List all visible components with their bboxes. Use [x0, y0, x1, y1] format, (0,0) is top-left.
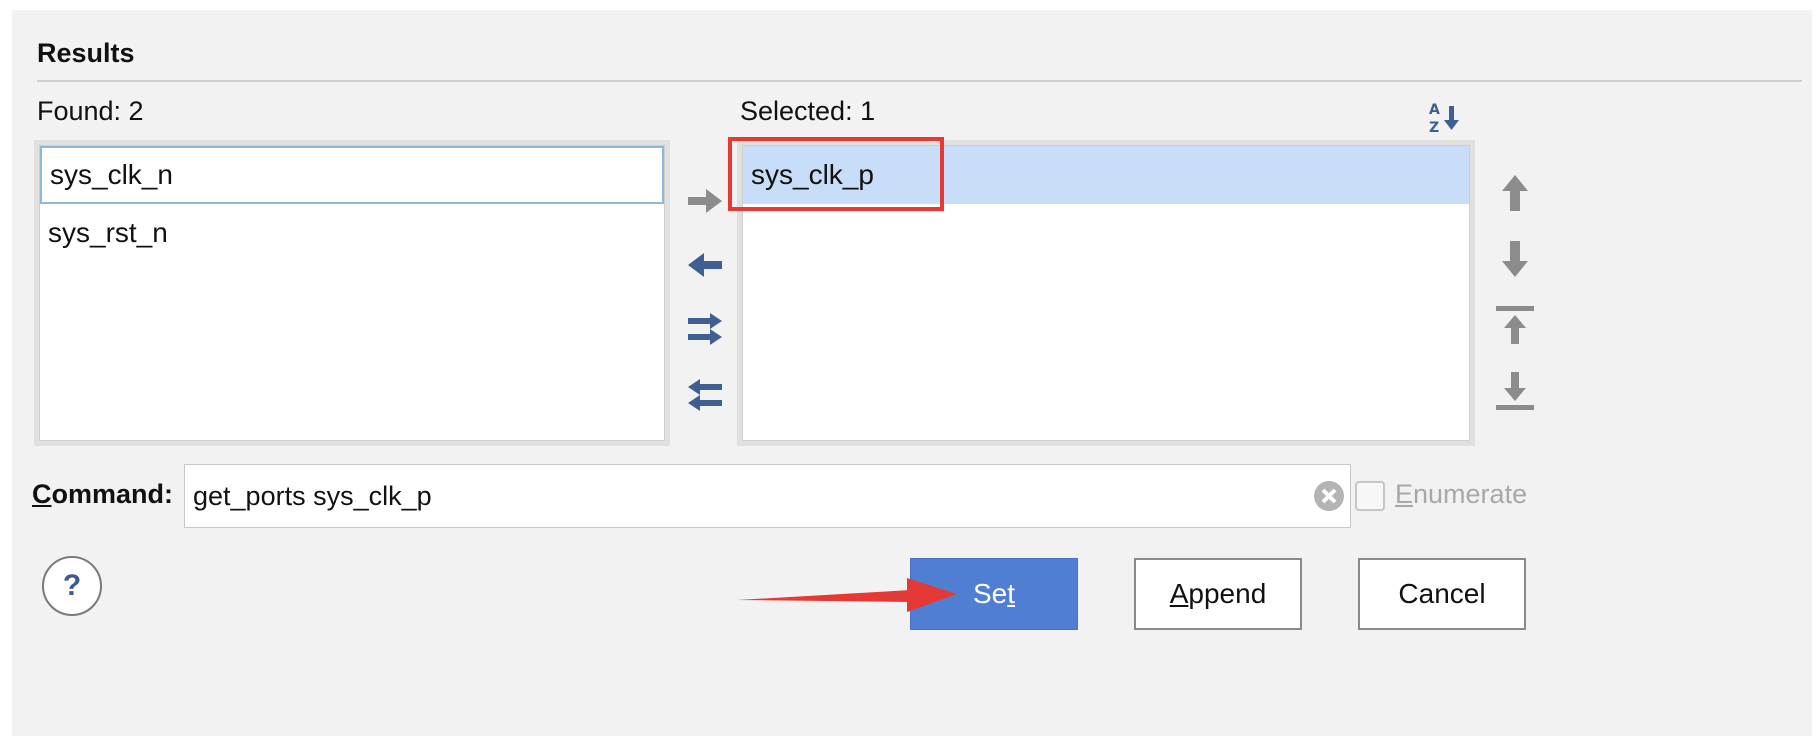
enumerate-label-text: numerate [1413, 479, 1528, 509]
append-button[interactable]: Append [1134, 558, 1302, 630]
list-item[interactable]: sys_clk_n [40, 146, 664, 204]
move-right-button[interactable] [682, 178, 728, 224]
command-label-text: ommand: [51, 479, 174, 509]
arrow-left-icon [686, 251, 724, 279]
enumerate-label: Enumerate [1395, 479, 1527, 510]
move-down-button[interactable] [1492, 236, 1538, 282]
list-item[interactable]: sys_clk_p [743, 146, 1469, 204]
arrow-right-icon [686, 187, 724, 215]
move-all-right-button[interactable] [682, 306, 728, 352]
constraint-dialog: Results Found: 2 Selected: 1 A Z sys_clk… [12, 10, 1812, 736]
append-button-label-mnemonic: A [1169, 578, 1189, 609]
results-heading: Results [37, 38, 135, 68]
svg-text:Z: Z [1429, 120, 1439, 136]
command-label: Command: [32, 479, 173, 510]
found-count-label: Found: 2 [37, 96, 144, 126]
arrow-up-icon [1500, 173, 1530, 213]
found-list[interactable]: sys_clk_n sys_rst_n [34, 140, 670, 446]
move-to-top-icon [1495, 304, 1535, 346]
help-button[interactable]: ? [42, 556, 102, 616]
double-arrow-right-icon [686, 312, 724, 346]
svg-text:A: A [1429, 102, 1440, 118]
selected-list-body: sys_clk_p [742, 145, 1470, 441]
enumerate-checkbox[interactable] [1355, 481, 1385, 511]
clear-circle-icon[interactable] [1312, 479, 1346, 513]
list-item[interactable]: sys_rst_n [40, 204, 664, 262]
help-question-icon: ? [62, 569, 82, 602]
annotation-arrow [737, 578, 957, 612]
move-to-bottom-icon [1495, 370, 1535, 412]
cancel-button-label: Cancel [1398, 578, 1486, 609]
cancel-button[interactable]: Cancel [1358, 558, 1526, 630]
append-button-label-after: ppend [1188, 578, 1267, 609]
move-up-button[interactable] [1492, 170, 1538, 216]
set-button-label-mnemonic: t [1007, 578, 1016, 609]
command-input[interactable]: get_ports sys_clk_p [184, 464, 1351, 528]
move-left-button[interactable] [682, 242, 728, 288]
sort-az-icon[interactable]: A Z [1425, 96, 1465, 140]
found-list-body: sys_clk_n sys_rst_n [39, 145, 665, 441]
set-button-label-before: Se [972, 578, 1008, 609]
move-all-left-button[interactable] [682, 372, 728, 418]
selected-list[interactable]: sys_clk_p [737, 140, 1475, 446]
double-arrow-left-icon [686, 378, 724, 412]
enumerate-label-mnemonic: E [1395, 479, 1414, 509]
move-to-bottom-button[interactable] [1492, 368, 1538, 414]
selected-count-label: Selected: 1 [740, 96, 876, 126]
results-divider [37, 80, 1802, 82]
move-to-top-button[interactable] [1492, 302, 1538, 348]
arrow-down-icon [1500, 239, 1530, 279]
command-label-mnemonic: C [32, 479, 52, 509]
